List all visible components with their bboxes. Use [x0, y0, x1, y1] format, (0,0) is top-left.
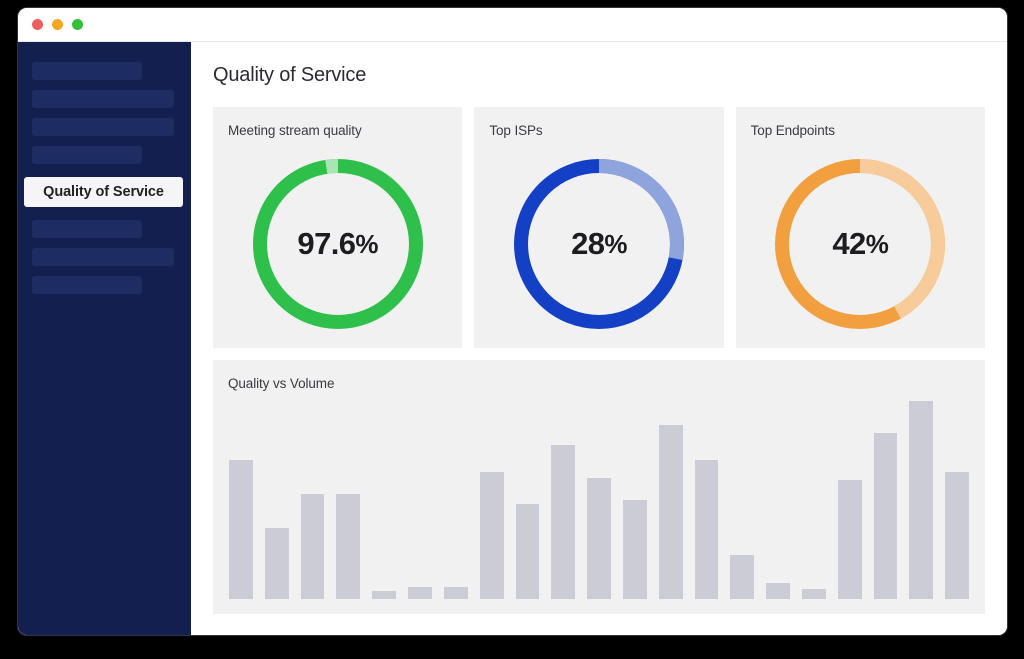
sidebar-item-8[interactable] [32, 276, 143, 294]
bar [837, 480, 862, 599]
donut-wrapper: 42% [736, 140, 985, 348]
page-title: Quality of Service [213, 64, 367, 86]
minimize-icon[interactable] [52, 19, 63, 30]
sidebar-item-6[interactable] [32, 220, 143, 238]
bar [408, 587, 432, 599]
sidebar-nav-list: Quality of Service [18, 62, 191, 294]
kpi-card-title: Meeting stream quality [228, 123, 362, 138]
bar [443, 587, 468, 599]
kpi-card-title: Top Endpoints [750, 123, 835, 138]
bar [300, 494, 325, 599]
sidebar-item-4[interactable] [32, 146, 143, 164]
bar [658, 424, 683, 599]
bar [873, 432, 898, 599]
donut-chart: 97.6% [251, 157, 425, 331]
sidebar-item-2[interactable] [32, 90, 174, 108]
donut-chart: 42% [773, 157, 947, 331]
bar [766, 583, 790, 599]
bar [587, 478, 611, 599]
bar [622, 500, 647, 599]
bar [372, 591, 397, 599]
donut-value-number: 28 [571, 226, 605, 261]
sidebar-item-3[interactable] [32, 118, 174, 136]
screen: Quality of Service Quality of Service Me… [0, 0, 1024, 659]
chart-title: Quality vs Volume [228, 376, 335, 391]
donut-value-label: 97.6% [251, 157, 425, 331]
donut-value-number: 97.6 [297, 226, 356, 261]
donut-value-unit: % [355, 228, 378, 259]
bar [694, 460, 719, 599]
sidebar: Quality of Service [18, 42, 191, 635]
kpi-card: Meeting stream quality 97.6% [213, 107, 463, 348]
bar [802, 589, 826, 599]
close-icon[interactable] [32, 19, 43, 30]
donut-value-unit: % [604, 228, 627, 259]
bar [229, 460, 253, 599]
bar [479, 472, 504, 599]
kpi-card: Top ISPs 28% [474, 107, 724, 348]
bar [515, 503, 540, 599]
donut-value-unit: % [865, 228, 889, 259]
window-body: Quality of Service Quality of Service Me… [18, 42, 1007, 635]
kpi-card: Top Endpoints 42% [735, 107, 985, 348]
sidebar-item-7[interactable] [32, 248, 174, 266]
sidebar-item-quality-of-service[interactable]: Quality of Service [24, 177, 183, 207]
donut-chart: 28% [512, 157, 686, 331]
bar [730, 555, 755, 599]
quality-vs-volume-card: Quality vs Volume [213, 360, 985, 614]
sidebar-item-1[interactable] [32, 62, 143, 80]
kpi-card-title: Top ISPs [489, 123, 543, 138]
app-window: Quality of Service Quality of Service Me… [18, 8, 1007, 635]
bar [551, 444, 576, 599]
donut-value-label: 28% [512, 157, 686, 331]
sidebar-item-label: Quality of Service [43, 184, 164, 200]
donut-wrapper: 28% [474, 140, 723, 348]
donut-value-number: 42 [832, 226, 866, 261]
bar [945, 472, 970, 599]
kpi-card-row: Meeting stream quality 97.6% Top ISPs 28% To… [213, 107, 985, 348]
bar [264, 527, 289, 599]
bar [909, 401, 934, 599]
bar-chart [213, 401, 985, 599]
donut-value-label: 42% [773, 157, 947, 331]
bar [336, 494, 361, 599]
donut-wrapper: 97.6% [213, 140, 462, 348]
main-content: Quality of Service Meeting stream qualit… [191, 42, 1007, 635]
maximize-icon[interactable] [72, 19, 83, 30]
window-titlebar [18, 8, 1007, 42]
